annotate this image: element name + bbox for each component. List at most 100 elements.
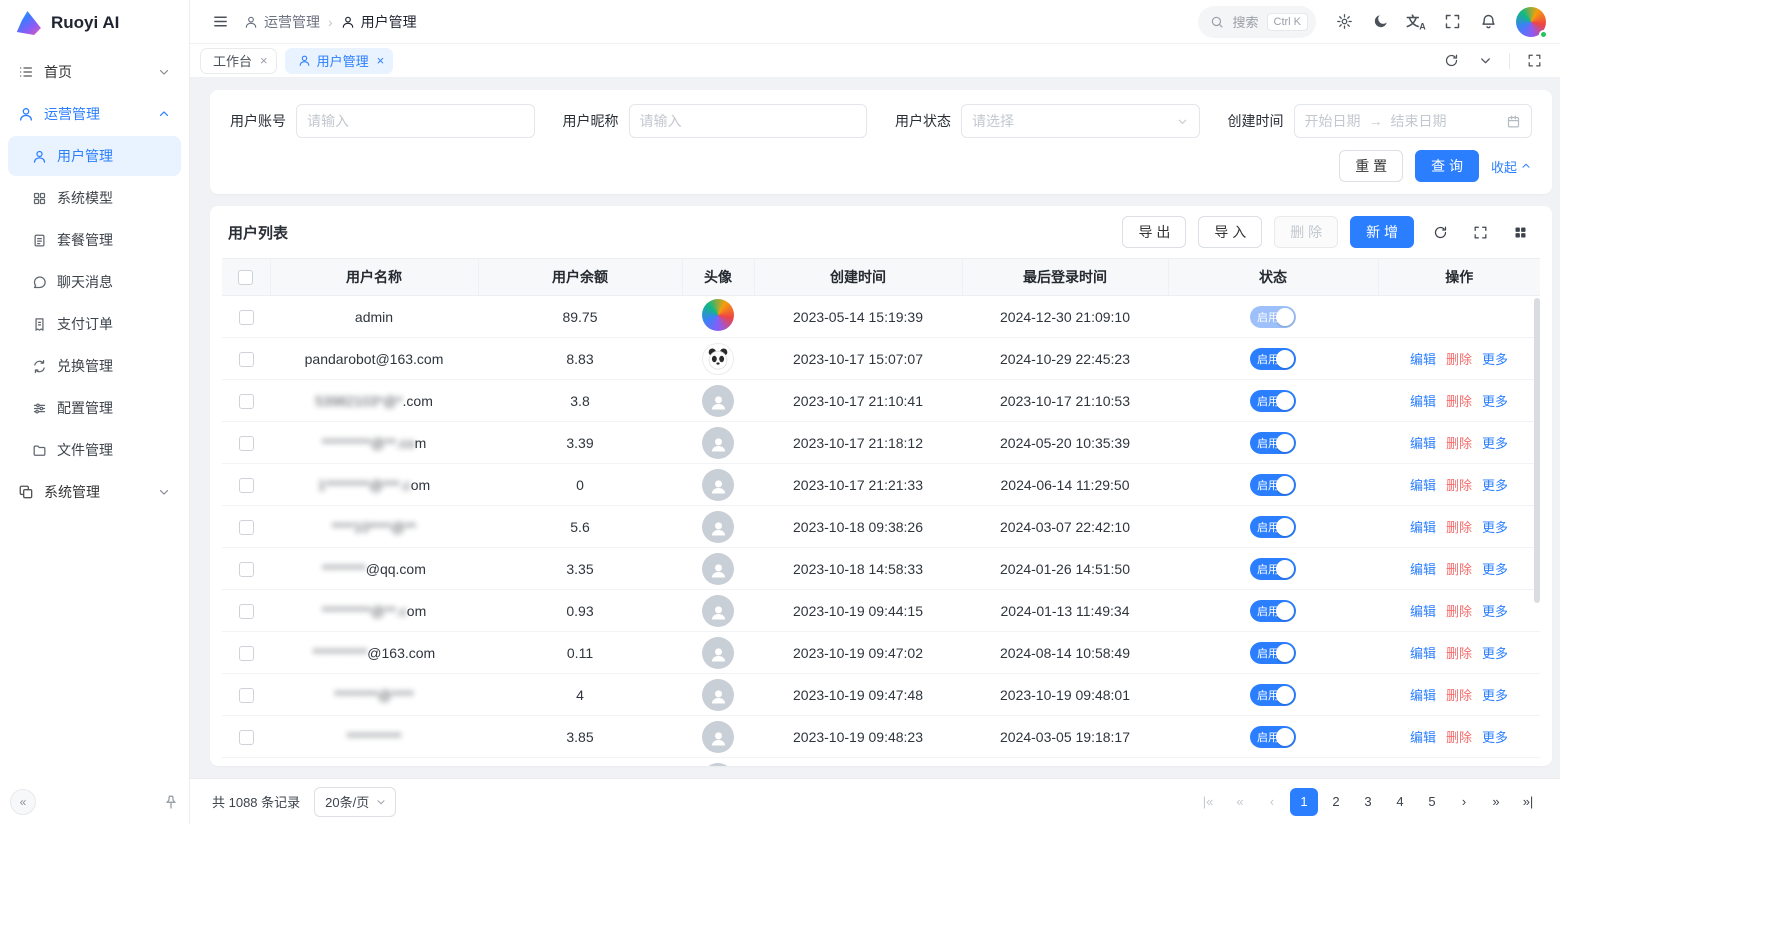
date-range-picker[interactable]: 开始日期 → 结束日期 [1294, 104, 1533, 138]
collapse-filter-button[interactable]: 收起 [1491, 157, 1532, 176]
delete-link[interactable]: 删除 [1446, 436, 1472, 451]
sidebar-item-user-management[interactable]: 用户管理 [8, 136, 181, 176]
edit-link[interactable]: 编辑 [1410, 352, 1436, 367]
page-3-button[interactable]: 3 [1354, 788, 1382, 816]
edit-link[interactable]: 编辑 [1410, 436, 1436, 451]
sidebar-item-exchange-management[interactable]: 兑换管理 [8, 346, 181, 386]
delete-link[interactable]: 删除 [1446, 688, 1472, 703]
delete-link[interactable]: 删除 [1446, 352, 1472, 367]
sidebar-item-operations[interactable]: 运营管理 [8, 94, 181, 134]
export-button[interactable]: 导 出 [1122, 216, 1186, 248]
settings-button[interactable] [1328, 6, 1360, 38]
refresh-table-button[interactable] [1426, 218, 1454, 246]
prev-page-button[interactable]: ‹ [1258, 788, 1286, 816]
sidebar-collapse-button[interactable]: « [10, 789, 36, 815]
row-checkbox[interactable] [239, 352, 254, 367]
page-size-select[interactable]: 20条/页 [314, 787, 396, 817]
row-checkbox[interactable] [239, 310, 254, 325]
add-button[interactable]: 新 增 [1350, 216, 1414, 248]
status-toggle[interactable]: 启用 [1250, 348, 1296, 370]
table-scrollbar[interactable] [1534, 298, 1540, 603]
jump-forward-button[interactable]: » [1482, 788, 1510, 816]
edit-link[interactable]: 编辑 [1410, 562, 1436, 577]
edit-link[interactable]: 编辑 [1410, 646, 1436, 661]
reset-button[interactable]: 重 置 [1339, 150, 1403, 182]
delete-link[interactable]: 删除 [1446, 646, 1472, 661]
select-all-checkbox[interactable] [238, 270, 253, 285]
dark-mode-button[interactable] [1364, 6, 1396, 38]
more-link[interactable]: 更多 [1482, 730, 1508, 745]
sidebar-item-chat-messages[interactable]: 聊天消息 [8, 262, 181, 302]
delete-button[interactable]: 删 除 [1274, 216, 1338, 248]
more-link[interactable]: 更多 [1482, 688, 1508, 703]
delete-link[interactable]: 删除 [1446, 478, 1472, 493]
more-link[interactable]: 更多 [1482, 394, 1508, 409]
row-checkbox[interactable] [239, 730, 254, 745]
status-toggle[interactable]: 启用 [1250, 600, 1296, 622]
delete-link[interactable]: 删除 [1446, 394, 1472, 409]
status-toggle[interactable]: 启用 [1250, 474, 1296, 496]
refresh-page-button[interactable] [1435, 45, 1467, 77]
close-icon[interactable]: × [377, 53, 385, 68]
more-link[interactable]: 更多 [1482, 478, 1508, 493]
row-checkbox[interactable] [239, 688, 254, 703]
notifications-button[interactable] [1472, 6, 1504, 38]
row-checkbox[interactable] [239, 520, 254, 535]
sidebar-item-file-management[interactable]: 文件管理 [8, 430, 181, 470]
sidebar-item-system[interactable]: 系统管理 [8, 472, 181, 512]
tab-workbench[interactable]: 工作台 × [200, 48, 277, 74]
table-fullscreen-button[interactable] [1466, 218, 1494, 246]
column-settings-button[interactable] [1506, 218, 1534, 246]
row-checkbox[interactable] [239, 436, 254, 451]
status-toggle[interactable]: 启用 [1250, 726, 1296, 748]
edit-link[interactable]: 编辑 [1410, 394, 1436, 409]
menu-toggle-button[interactable] [204, 6, 236, 38]
sidebar-item-package-management[interactable]: 套餐管理 [8, 220, 181, 260]
query-button[interactable]: 查 询 [1415, 150, 1479, 182]
language-button[interactable]: 文A [1400, 6, 1432, 38]
edit-link[interactable]: 编辑 [1410, 478, 1436, 493]
more-link[interactable]: 更多 [1482, 520, 1508, 535]
row-checkbox[interactable] [239, 562, 254, 577]
row-checkbox[interactable] [239, 604, 254, 619]
more-link[interactable]: 更多 [1482, 562, 1508, 577]
edit-link[interactable]: 编辑 [1410, 520, 1436, 535]
edit-link[interactable]: 编辑 [1410, 730, 1436, 745]
more-link[interactable]: 更多 [1482, 352, 1508, 367]
page-4-button[interactable]: 4 [1386, 788, 1414, 816]
next-page-button[interactable]: › [1450, 788, 1478, 816]
status-toggle[interactable]: 启用 [1250, 684, 1296, 706]
edit-link[interactable]: 编辑 [1410, 604, 1436, 619]
close-icon[interactable]: × [260, 53, 268, 68]
import-button[interactable]: 导 入 [1198, 216, 1262, 248]
breadcrumb-user-management[interactable]: 用户管理 [341, 12, 417, 32]
jump-back-button[interactable]: « [1226, 788, 1254, 816]
status-select[interactable]: 请选择 [961, 104, 1200, 138]
content-fullscreen-button[interactable] [1518, 45, 1550, 77]
more-link[interactable]: 更多 [1482, 436, 1508, 451]
pin-icon[interactable] [163, 794, 179, 810]
status-toggle[interactable]: 启用 [1250, 390, 1296, 412]
status-toggle[interactable]: 启用 [1250, 306, 1296, 328]
more-link[interactable]: 更多 [1482, 604, 1508, 619]
sidebar-item-system-model[interactable]: 系统模型 [8, 178, 181, 218]
status-toggle[interactable]: 启用 [1250, 516, 1296, 538]
delete-link[interactable]: 删除 [1446, 730, 1472, 745]
row-checkbox[interactable] [239, 646, 254, 661]
user-avatar[interactable] [1516, 7, 1546, 37]
account-input[interactable] [296, 104, 535, 138]
more-link[interactable]: 更多 [1482, 646, 1508, 661]
page-5-button[interactable]: 5 [1418, 788, 1446, 816]
status-toggle[interactable]: 启用 [1250, 642, 1296, 664]
tab-menu-button[interactable] [1469, 45, 1501, 77]
tab-user-management[interactable]: 用户管理 × [285, 48, 394, 74]
status-toggle[interactable]: 启用 [1250, 432, 1296, 454]
fullscreen-button[interactable] [1436, 6, 1468, 38]
nickname-input[interactable] [629, 104, 868, 138]
breadcrumb-operations[interactable]: 运营管理 [244, 12, 320, 32]
page-2-button[interactable]: 2 [1322, 788, 1350, 816]
sidebar-item-home[interactable]: 首页 [8, 52, 181, 92]
delete-link[interactable]: 删除 [1446, 520, 1472, 535]
delete-link[interactable]: 删除 [1446, 562, 1472, 577]
status-toggle[interactable]: 启用 [1250, 558, 1296, 580]
